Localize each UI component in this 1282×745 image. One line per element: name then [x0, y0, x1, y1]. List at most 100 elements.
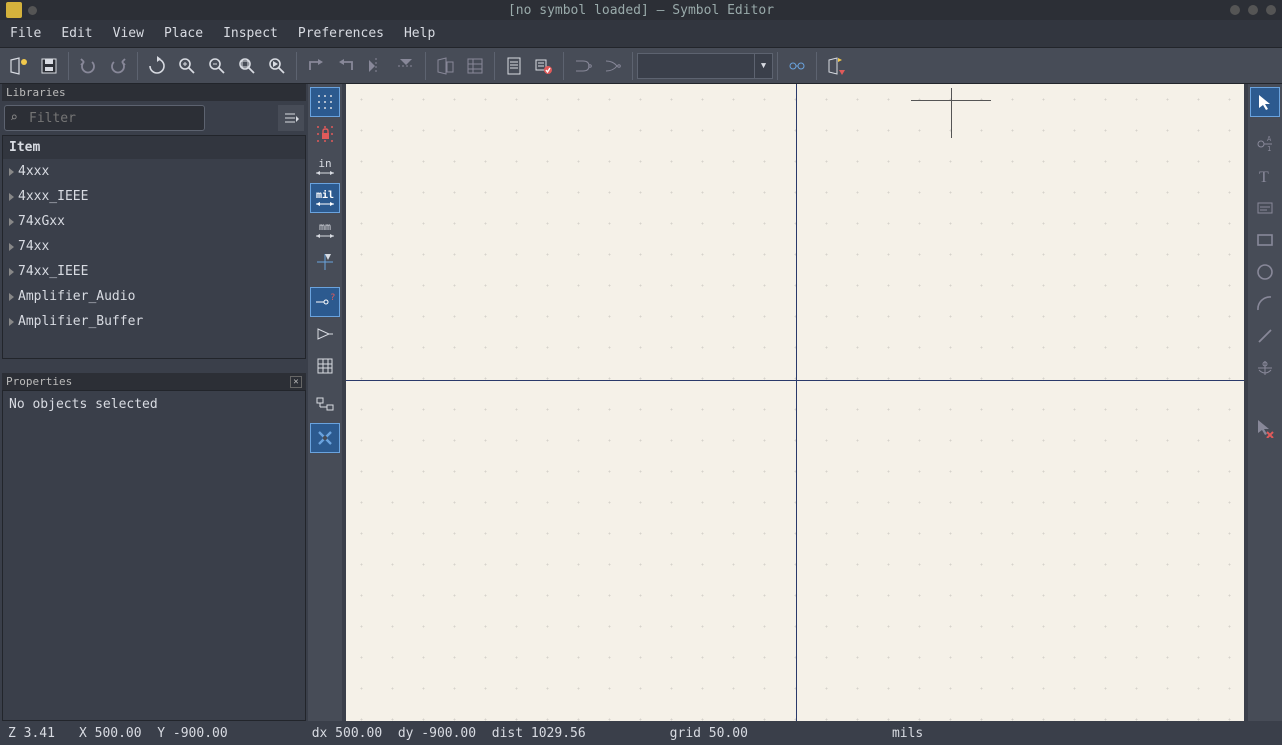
zoom-selection-button[interactable] — [263, 52, 291, 80]
window-dot[interactable] — [28, 6, 37, 15]
properties-panel-header: Properties ✕ — [2, 373, 306, 390]
svg-text:?: ? — [330, 293, 335, 303]
tree-header-item[interactable]: Item — [3, 136, 305, 159]
menu-preferences[interactable]: Preferences — [294, 24, 388, 43]
menu-inspect[interactable]: Inspect — [219, 24, 282, 43]
left-vertical-toolbar: in mil mm ? — [308, 84, 342, 721]
window-close[interactable] — [1266, 5, 1276, 15]
line-tool[interactable] — [1250, 321, 1280, 351]
save-button[interactable] — [35, 52, 63, 80]
circle-tool[interactable] — [1250, 257, 1280, 287]
zoom-in-button[interactable] — [173, 52, 201, 80]
redo-button[interactable] — [104, 52, 132, 80]
symbol-properties-button[interactable] — [431, 52, 459, 80]
statusbar: Z 3.41 X 500.00 Y -900.00 dx 500.00 dy -… — [0, 721, 1282, 745]
tree-item-label: 74xGxx — [18, 214, 65, 229]
unit-mil-button[interactable]: mil — [310, 183, 340, 213]
settings-button[interactable] — [310, 423, 340, 453]
axis-horizontal — [346, 380, 1244, 381]
tree-item[interactable]: Amplifier_Buffer — [3, 309, 305, 334]
chevron-right-icon — [9, 218, 14, 226]
new-symbol-button[interactable] — [5, 52, 33, 80]
window-maximize[interactable] — [1248, 5, 1258, 15]
filter-options-button[interactable] — [278, 105, 304, 131]
window-minimize[interactable] — [1230, 5, 1240, 15]
tree-item-label: Amplifier_Buffer — [18, 314, 143, 329]
unit-select-combo[interactable]: ▾ — [637, 53, 773, 79]
select-tool[interactable] — [1250, 87, 1280, 117]
insert-symbol-button[interactable] — [822, 52, 850, 80]
pin-number-toggle[interactable]: ? — [310, 287, 340, 317]
anchor-tool[interactable] — [1250, 353, 1280, 383]
undo-button[interactable] — [74, 52, 102, 80]
status-dxy: dx 500.00 dy -900.00 dist 1029.56 — [312, 726, 586, 741]
unit-mm-label: mm — [316, 222, 334, 233]
pin-table-button[interactable] — [461, 52, 489, 80]
show-elec-type-button[interactable] — [310, 319, 340, 349]
libraries-panel-header: Libraries — [2, 84, 306, 101]
alt-body-button[interactable] — [599, 52, 627, 80]
grid-lock-button[interactable] — [310, 119, 340, 149]
tree-item[interactable]: 4xxx_IEEE — [3, 184, 305, 209]
canvas-wrap — [342, 84, 1248, 721]
right-vertical-toolbar: A1 T — [1248, 84, 1282, 721]
arc-tool[interactable] — [1250, 289, 1280, 319]
cursor-crosshair-button[interactable] — [310, 247, 340, 277]
unit-in-label: in — [316, 157, 334, 170]
text-tool[interactable]: T — [1250, 161, 1280, 191]
menu-file[interactable]: File — [6, 24, 45, 43]
sync-pins-button[interactable] — [783, 52, 811, 80]
chevron-right-icon — [9, 268, 14, 276]
refresh-button[interactable] — [143, 52, 171, 80]
zoom-out-button[interactable] — [203, 52, 231, 80]
menubar: File Edit View Place Inspect Preferences… — [0, 20, 1282, 48]
svg-text:A: A — [1267, 135, 1272, 143]
window-title: [no symbol loaded] — Symbol Editor — [508, 3, 774, 18]
search-icon: ⌕ — [10, 111, 18, 126]
datasheet-button[interactable] — [500, 52, 528, 80]
status-units: mils — [892, 726, 923, 741]
filter-input[interactable] — [4, 105, 205, 131]
chevron-down-icon: ▾ — [754, 54, 772, 78]
svg-text:T: T — [1259, 169, 1269, 186]
tree-item-label: 4xxx_IEEE — [18, 189, 88, 204]
demorgan-button[interactable] — [569, 52, 597, 80]
pin-tool[interactable]: A1 — [1250, 129, 1280, 159]
show-pin-table-button[interactable] — [310, 351, 340, 381]
rect-tool[interactable] — [1250, 225, 1280, 255]
delete-tool[interactable] — [1250, 413, 1280, 443]
chevron-right-icon — [9, 243, 14, 251]
grid-dots-button[interactable] — [310, 87, 340, 117]
chevron-right-icon — [9, 293, 14, 301]
editor-canvas[interactable] — [346, 84, 1244, 721]
tree-item-label: 74xx_IEEE — [18, 264, 88, 279]
unit-mil-label: mil — [316, 190, 334, 201]
unit-mm-button[interactable]: mm — [310, 215, 340, 245]
menu-edit[interactable]: Edit — [57, 24, 96, 43]
tree-item[interactable]: Amplifier_Audio — [3, 284, 305, 309]
rotate-cw-button[interactable] — [332, 52, 360, 80]
mirror-v-button[interactable] — [392, 52, 420, 80]
left-panel: Libraries ⌕ Item 4xxx 4xxx_IEEE 74xGxx 7… — [0, 84, 308, 721]
tree-item[interactable]: 74xx — [3, 234, 305, 259]
rotate-ccw-button[interactable] — [302, 52, 330, 80]
tree-item[interactable]: 4xxx — [3, 159, 305, 184]
check-button[interactable] — [530, 52, 558, 80]
menu-place[interactable]: Place — [160, 24, 207, 43]
tree-toggle-button[interactable] — [310, 391, 340, 421]
library-tree: 4xxx 4xxx_IEEE 74xGxx 74xx 74xx_IEEE Amp… — [3, 159, 305, 334]
unit-in-button[interactable]: in — [310, 151, 340, 181]
close-icon[interactable]: ✕ — [290, 376, 302, 388]
mirror-h-button[interactable] — [362, 52, 390, 80]
app-icon — [6, 2, 22, 18]
textbox-tool[interactable] — [1250, 193, 1280, 223]
chevron-right-icon — [9, 193, 14, 201]
tree-item[interactable]: 74xx_IEEE — [3, 259, 305, 284]
menu-view[interactable]: View — [109, 24, 148, 43]
status-grid: grid 50.00 — [670, 726, 748, 741]
zoom-fit-button[interactable] — [233, 52, 261, 80]
titlebar: [no symbol loaded] — Symbol Editor — [0, 0, 1282, 20]
tree-item[interactable]: 74xGxx — [3, 209, 305, 234]
menu-help[interactable]: Help — [400, 24, 439, 43]
status-x: X 500.00 Y -900.00 — [79, 726, 228, 741]
